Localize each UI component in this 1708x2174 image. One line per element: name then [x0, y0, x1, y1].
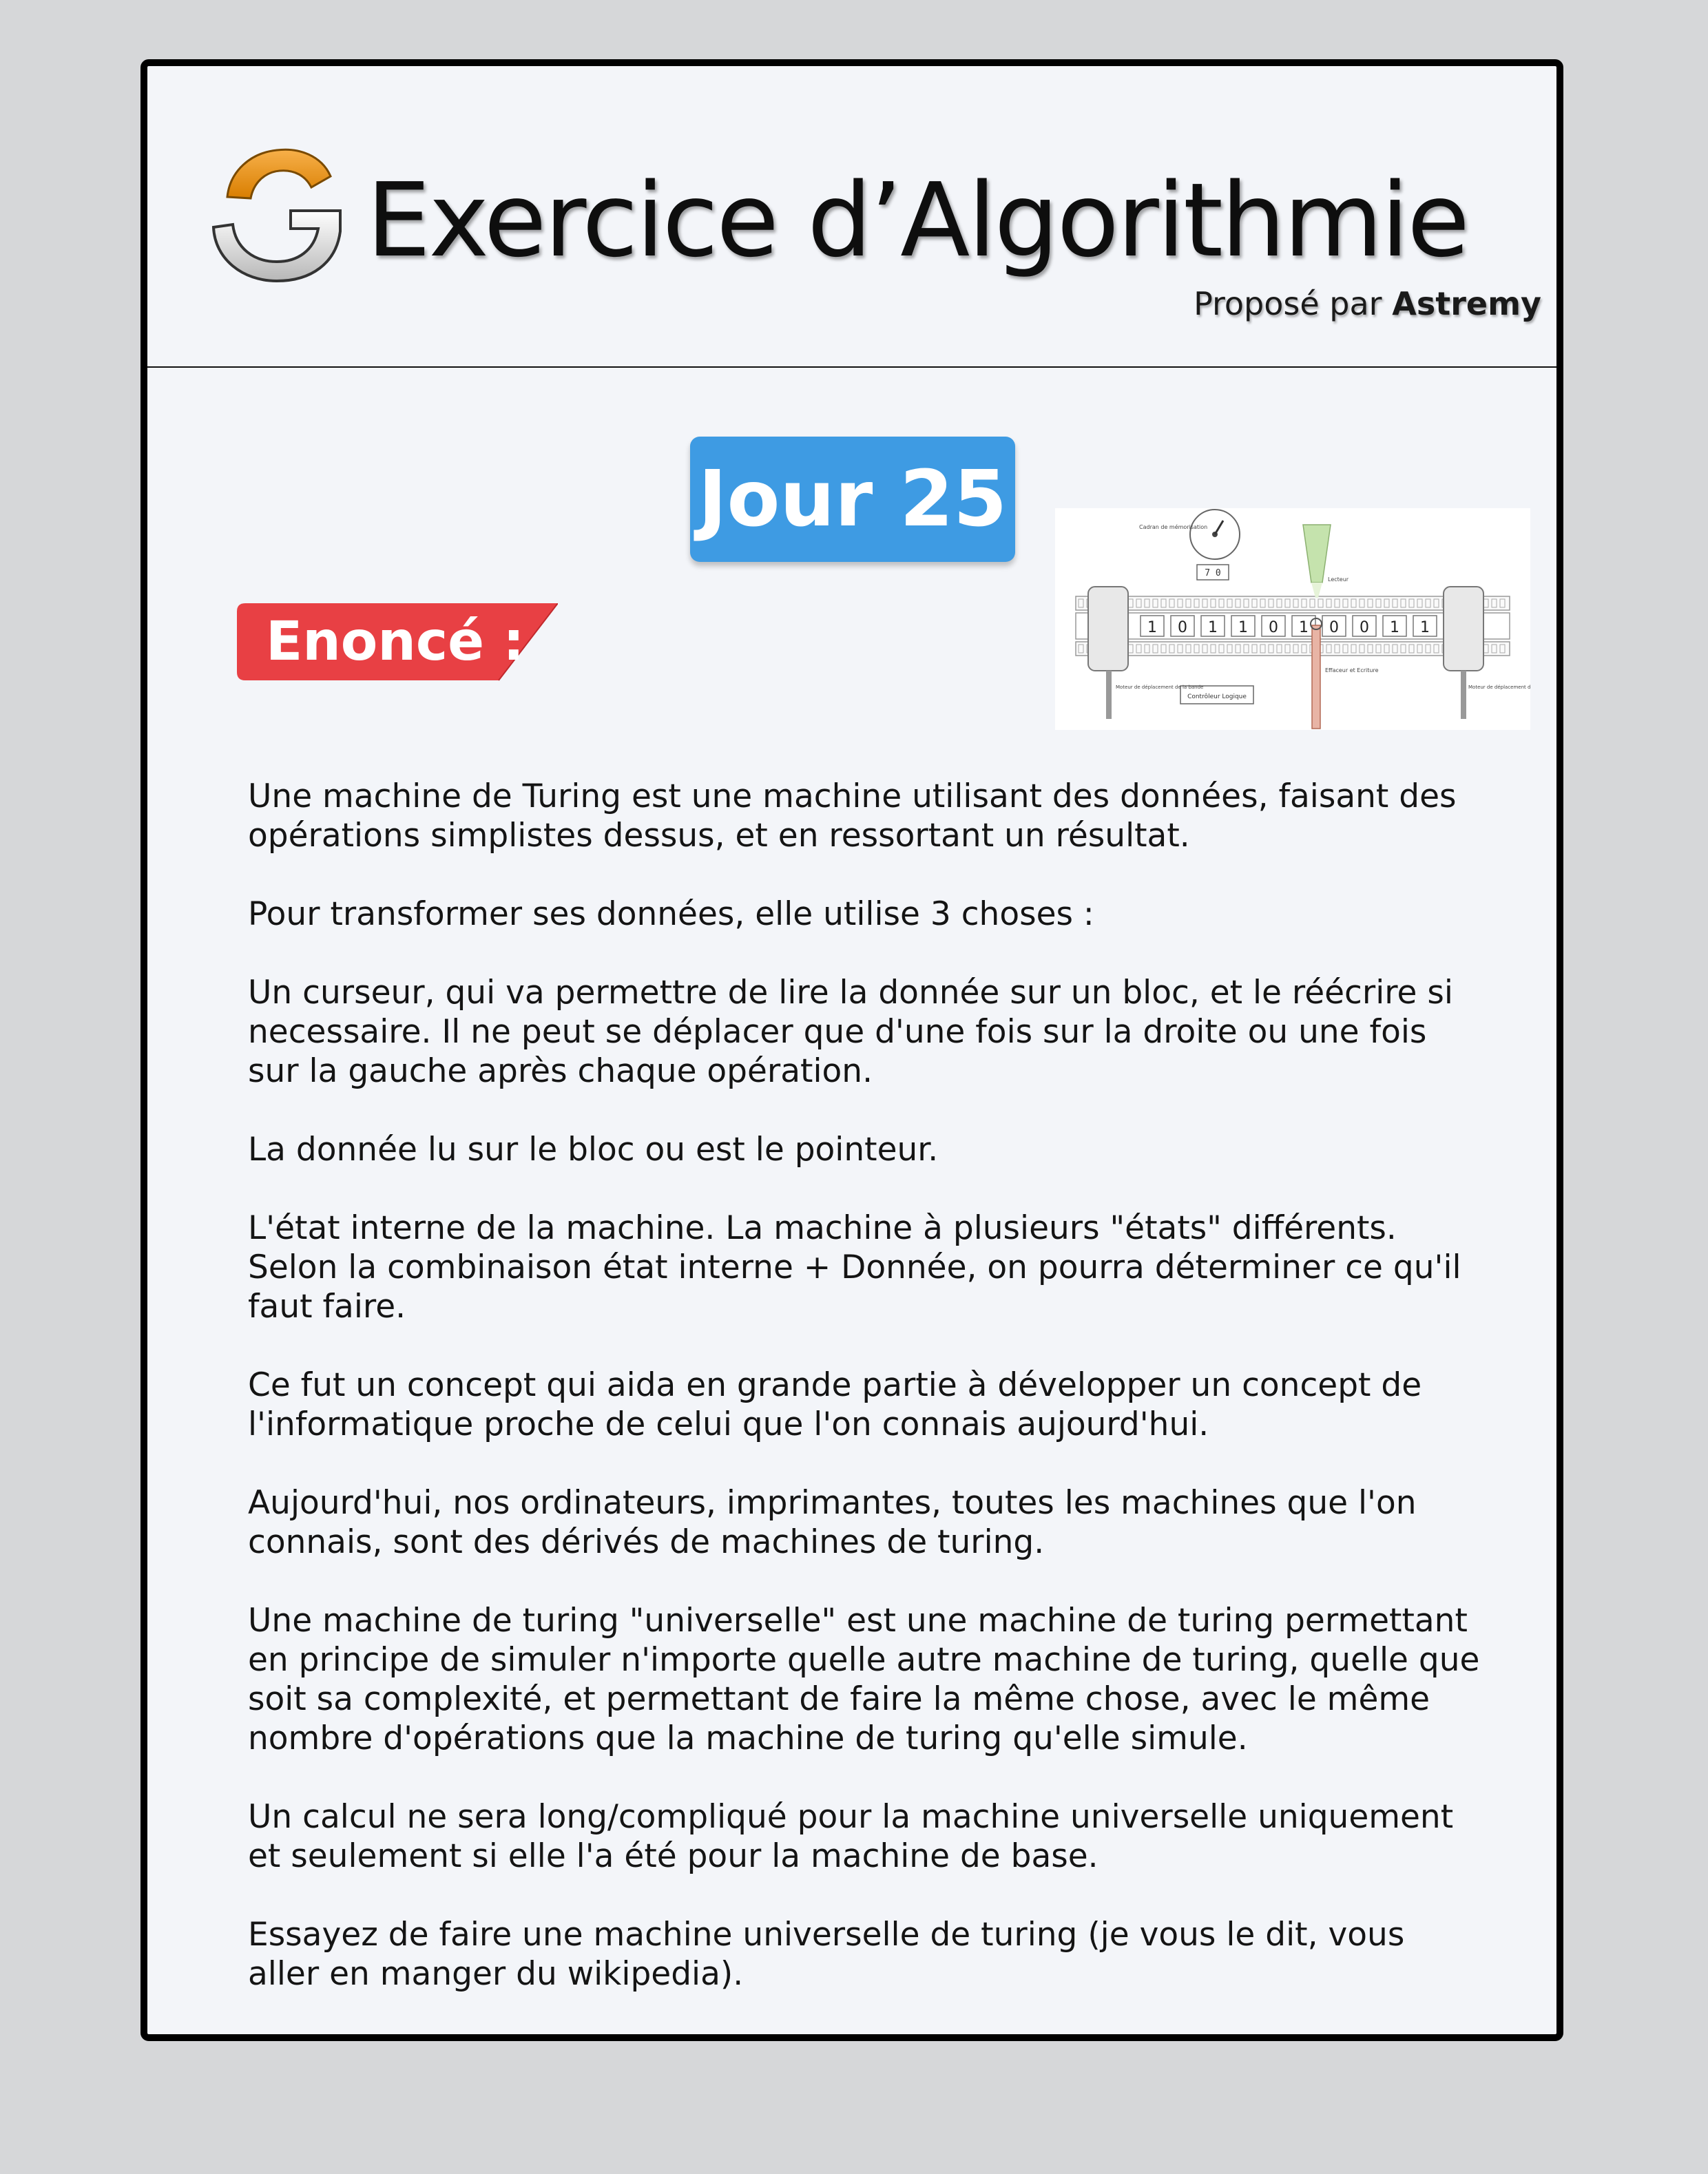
statement-paragraph: Une machine de turing "universelle" est …: [248, 1602, 1480, 1757]
statement-paragraph: Ce fut un concept qui aida en grande par…: [248, 1366, 1422, 1443]
statement-paragraph: Un calcul ne sera long/compliqué pour la…: [248, 1798, 1454, 1875]
turing-machine-diagram: 1 0 1 1 0 1 0 0 1 1 7 0 Contrôleur Logique Cadran…: [1075, 509, 1550, 729]
statement-paragraph: Une machine de Turing est une machine ut…: [248, 777, 1457, 855]
author-byline: Proposé par Astremy: [1194, 285, 1541, 322]
tape-digit: 0: [1178, 619, 1187, 636]
author-name: Astremy: [1392, 285, 1541, 322]
tape-digit: 0: [1269, 619, 1278, 636]
tape-digit: 1: [1420, 619, 1430, 636]
day-badge: Jour 25: [690, 437, 1015, 562]
tape-digit: 1: [1147, 619, 1157, 636]
byline-prefix: Proposé par: [1194, 285, 1382, 322]
section-label: Enoncé :: [266, 611, 525, 673]
statement-paragraph: Pour transformer ses données, elle utili…: [248, 895, 1094, 933]
left-motor-label: Moteur de déplacement de la bande: [1116, 684, 1203, 690]
tape-digit: 1: [1299, 619, 1309, 636]
right-motor-label: Moteur de déplacement de bande: [1468, 684, 1530, 690]
memory-dial: 7 0: [1189, 509, 1240, 581]
statement-paragraph: La donnée lu sur le bloc ou est le point…: [248, 1131, 939, 1169]
tape-digit: 1: [1390, 619, 1399, 636]
left-roller: [1087, 586, 1129, 719]
exercise-card: Exercice d’Algorithmie Proposé par Astre…: [140, 59, 1563, 2041]
statement-paragraph: Essayez de faire une machine universelle…: [248, 1916, 1405, 1993]
page-title: Exercice d’Algorithmie: [366, 161, 1470, 280]
tape-digit: 0: [1360, 619, 1369, 636]
header-divider: [147, 366, 1556, 368]
statement-body: Une machine de Turing est une machine ut…: [248, 777, 1481, 2033]
eraser-writer-label: Effaceur et Ecriture: [1325, 667, 1379, 673]
eraser-writer: [1310, 618, 1322, 729]
reader-head: [1302, 524, 1331, 598]
tape-digit: 0: [1329, 619, 1339, 636]
tape-digit: 1: [1238, 619, 1248, 636]
g-logo-icon: [211, 148, 342, 283]
memory-dial-label: Cadran de mémorisation: [1139, 523, 1207, 530]
header: Exercice d’Algorithmie Proposé par Astre…: [147, 66, 1556, 373]
tape-digit: 1: [1208, 619, 1218, 636]
right-roller: [1443, 586, 1484, 719]
turing-machine-illustration: 1 0 1 1 0 1 0 0 1 1 7 0 Contrôleur Logique Cadran…: [1055, 508, 1550, 730]
statement-paragraph: L'état interne de la machine. La machine…: [248, 1209, 1461, 1326]
controller-label: Contrôleur Logique: [1187, 693, 1247, 700]
section-tag: Enoncé :: [237, 603, 558, 682]
statement-paragraph: Un curseur, qui va permettre de lire la …: [248, 974, 1453, 1090]
statement-paragraph: Aujourd'hui, nos ordinateurs, imprimante…: [248, 1484, 1417, 1561]
state-display: 7 0: [1205, 568, 1220, 578]
reader-label: Lecteur: [1328, 576, 1349, 583]
